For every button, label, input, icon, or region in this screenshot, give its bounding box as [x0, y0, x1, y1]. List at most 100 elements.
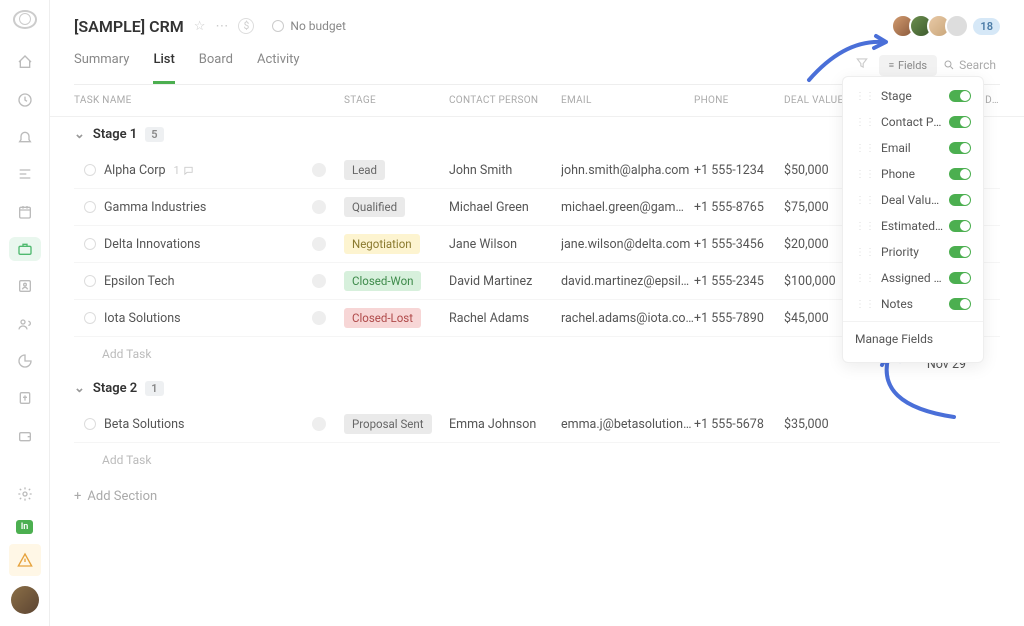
contact-cell: Jane Wilson [449, 237, 561, 252]
briefcase-icon[interactable] [9, 237, 41, 260]
drag-handle-icon[interactable]: ⋮⋮ [855, 195, 875, 206]
task-status-circle[interactable] [84, 201, 96, 213]
toggle-switch[interactable] [949, 116, 971, 128]
toggle-switch[interactable] [949, 194, 971, 206]
report-icon[interactable] [9, 349, 41, 372]
home-icon[interactable] [9, 51, 41, 74]
avatar [945, 14, 969, 38]
assignee-circle[interactable] [312, 417, 326, 431]
task-status-circle[interactable] [84, 275, 96, 287]
toggle-switch[interactable] [949, 246, 971, 258]
field-label: Phone [881, 167, 943, 181]
field-toggle-item[interactable]: ⋮⋮Deal Value (USD) [843, 187, 983, 213]
add-section-button[interactable]: +Add Section [50, 477, 1024, 516]
assignee-circle[interactable] [312, 200, 326, 214]
toggle-switch[interactable] [949, 168, 971, 180]
task-name: Iota Solutions [104, 311, 181, 326]
chevron-down-icon: ⌄ [74, 381, 85, 396]
field-toggle-item[interactable]: ⋮⋮ Priority [843, 239, 983, 265]
stage-pill[interactable]: Closed-Won [344, 271, 421, 291]
drag-handle-icon[interactable]: ⋮⋮ [855, 273, 875, 284]
drag-handle-icon[interactable]: ⋮⋮ [855, 143, 875, 154]
people-icon[interactable] [9, 312, 41, 335]
stage-pill[interactable]: Negotiation [344, 234, 420, 254]
field-label: Priority [881, 245, 943, 259]
phone-cell: +1 555-7890 [694, 311, 784, 326]
field-label: Notes [881, 297, 943, 311]
email-cell: john.smith@alpha.com [561, 163, 694, 178]
col-phone[interactable]: Phone [694, 95, 784, 106]
budget-indicator[interactable]: No budget [272, 19, 346, 33]
user-avatar[interactable] [11, 586, 39, 614]
clock-icon[interactable] [9, 88, 41, 111]
assignee-circle[interactable] [312, 237, 326, 251]
drag-handle-icon[interactable]: ⋮⋮ [855, 169, 875, 180]
assignee-circle[interactable] [312, 311, 326, 325]
email-cell: david.martinez@epsilon.co... [561, 274, 694, 289]
add-task-button[interactable]: Add Task [74, 443, 1000, 477]
fields-button[interactable]: ≡Fields [879, 55, 937, 76]
contact-icon[interactable] [9, 275, 41, 298]
task-row[interactable]: Beta Solutions Proposal Sent Emma Johnso… [74, 406, 1000, 443]
sidebar: In [0, 0, 50, 626]
settings-icon[interactable] [9, 483, 41, 506]
task-status-circle[interactable] [84, 418, 96, 430]
drag-handle-icon[interactable]: ⋮⋮ [855, 117, 875, 128]
col-stage[interactable]: Stage [344, 95, 449, 106]
field-toggle-item[interactable]: ⋮⋮Contact Person [843, 109, 983, 135]
field-toggle-item[interactable]: ⋮⋮ Assigned Sales Rep [843, 265, 983, 291]
tasks-icon[interactable] [9, 163, 41, 186]
in-badge: In [16, 520, 34, 534]
filter-icon[interactable] [851, 52, 873, 78]
search-button[interactable]: Search [943, 58, 1000, 72]
assignee-circle[interactable] [312, 163, 326, 177]
star-icon[interactable]: ☆ [194, 19, 206, 34]
tab-summary[interactable]: Summary [74, 52, 129, 84]
more-icon[interactable]: ⋯ [215, 19, 228, 34]
field-toggle-item[interactable]: ⋮⋮Email [843, 135, 983, 161]
warning-icon[interactable] [9, 544, 41, 576]
tab-list[interactable]: List [153, 52, 174, 84]
section-header[interactable]: ⌄Stage 21 [74, 371, 1000, 406]
stage-pill[interactable]: Closed-Lost [344, 308, 421, 328]
app-logo[interactable] [13, 10, 37, 29]
drag-handle-icon[interactable]: ⋮⋮ [855, 247, 875, 258]
tab-board[interactable]: Board [199, 52, 233, 84]
task-name: Delta Innovations [104, 237, 200, 252]
col-email[interactable]: Email [561, 95, 694, 106]
phone-cell: +1 555-2345 [694, 274, 784, 289]
field-toggle-item[interactable]: ⋮⋮ Notes [843, 291, 983, 317]
toggle-switch[interactable] [949, 272, 971, 284]
drag-handle-icon[interactable]: ⋮⋮ [855, 91, 875, 102]
email-cell: emma.j@betasolutions.com [561, 417, 694, 432]
bell-icon[interactable] [9, 125, 41, 148]
toggle-switch[interactable] [949, 142, 971, 154]
toggle-switch[interactable] [949, 220, 971, 232]
field-toggle-item[interactable]: ⋮⋮ Phone [843, 161, 983, 187]
field-label: Assigned Sales Rep [881, 271, 943, 285]
toggle-switch[interactable] [949, 298, 971, 310]
tab-activity[interactable]: Activity [257, 52, 300, 84]
col-task-name[interactable]: Task Name [74, 95, 344, 106]
dollar-icon[interactable]: $ [238, 18, 254, 34]
field-toggle-item[interactable]: ⋮⋮Estimated Close D... [843, 213, 983, 239]
stage-pill[interactable]: Qualified [344, 197, 405, 217]
calendar-icon[interactable] [9, 200, 41, 223]
wallet-icon[interactable] [9, 424, 41, 447]
email-cell: rachel.adams@iota.com [561, 311, 694, 326]
assignee-circle[interactable] [312, 274, 326, 288]
field-toggle-item[interactable]: ⋮⋮Stage [843, 83, 983, 109]
task-status-circle[interactable] [84, 312, 96, 324]
stage-pill[interactable]: Proposal Sent [344, 414, 432, 434]
phone-cell: +1 555-3456 [694, 237, 784, 252]
toggle-switch[interactable] [949, 90, 971, 102]
manage-fields-button[interactable]: Manage Fields [843, 321, 983, 356]
member-avatars[interactable]: 18 [897, 14, 1000, 38]
task-status-circle[interactable] [84, 238, 96, 250]
finance-icon[interactable] [9, 387, 41, 410]
drag-handle-icon[interactable]: ⋮⋮ [855, 221, 875, 232]
drag-handle-icon[interactable]: ⋮⋮ [855, 299, 875, 310]
col-contact[interactable]: Contact Person [449, 95, 561, 106]
stage-pill[interactable]: Lead [344, 160, 385, 180]
task-status-circle[interactable] [84, 164, 96, 176]
